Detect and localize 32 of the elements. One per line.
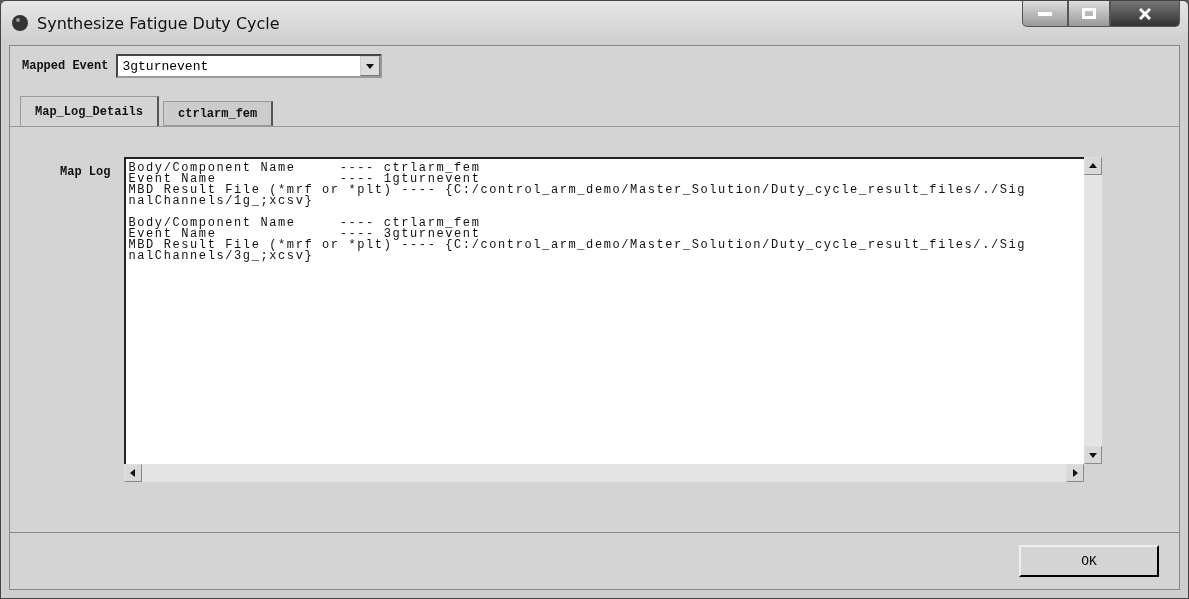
up-arrow-icon — [1088, 161, 1099, 171]
field-label: Mapped Event — [22, 59, 109, 73]
app-icon — [11, 14, 29, 32]
maximize-icon — [1082, 8, 1096, 19]
log-text-area[interactable] — [124, 157, 1085, 464]
scroll-right-button[interactable] — [1066, 464, 1085, 482]
log-line: MBD Result File (*mrf or *plt) ---- {C:/control_arm_demo/Master_Solution/Duty_cycle_result_files/./Sig — [128, 240, 1028, 251]
log-line: Event Name ---- 1gturnevent — [128, 174, 481, 185]
close-button[interactable] — [1110, 1, 1180, 27]
dropdown-arrow-icon — [365, 61, 376, 71]
maximize-button[interactable] — [1068, 1, 1110, 27]
log-line: Event Name ---- 3gturnevent — [128, 229, 481, 240]
horizontal-scrollbar[interactable] — [124, 464, 1085, 482]
field-label: Map Log — [60, 165, 111, 181]
ok-button[interactable]: OK — [1019, 545, 1159, 577]
scroll-down-button[interactable] — [1084, 446, 1103, 464]
window-title: Synthesize Fatigue Duty Cycle — [37, 13, 280, 33]
tab[interactable]: ctrlarm_fem — [163, 101, 274, 126]
minimize-icon — [1038, 10, 1052, 17]
close-icon — [1139, 7, 1151, 20]
log-line: nalChannels/1g_;xcsv} — [128, 196, 315, 207]
scroll-left-button[interactable] — [124, 464, 143, 482]
down-arrow-icon — [1088, 450, 1099, 460]
log-line: nalChannels/3g_;xcsv} — [128, 251, 315, 262]
vertical-scrollbar[interactable] — [1084, 157, 1103, 464]
log-line: Body/Component Name ---- ctrlarm_fem — [128, 163, 482, 174]
tab[interactable]: Map_Log_Details — [20, 96, 160, 126]
event-dropdown[interactable]: 3gturnevent — [116, 54, 383, 78]
minimize-button[interactable] — [1022, 1, 1068, 27]
log-line: Body/Component Name ---- ctrlarm_fem — [128, 218, 482, 229]
log-line: MBD Result File (*mrf or *plt) ---- {C:/control_arm_demo/Master_Solution/Duty_cycle_result_files/./Sig — [128, 185, 1028, 196]
scroll-up-button[interactable] — [1084, 157, 1103, 175]
